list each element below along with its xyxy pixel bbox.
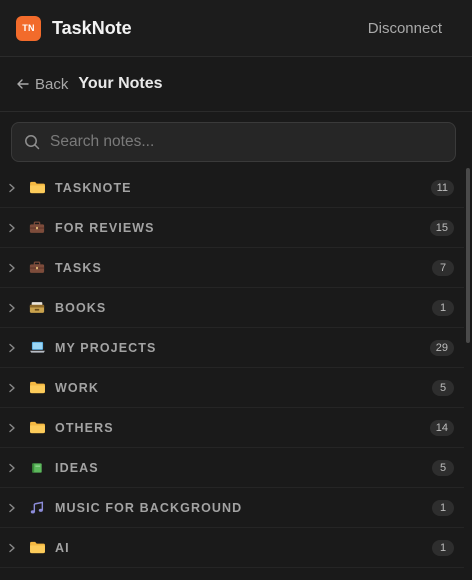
- folder-label: TASKS: [55, 260, 102, 275]
- search-input[interactable]: [50, 133, 443, 151]
- folder-icon: [28, 381, 46, 395]
- note-count-badge: 14: [429, 419, 454, 436]
- folder-row[interactable]: TASKS 7: [0, 248, 464, 288]
- scrollbar[interactable]: [466, 168, 470, 580]
- search-icon: [25, 135, 40, 150]
- back-button[interactable]: Back: [16, 76, 68, 93]
- folder-row[interactable]: OTHERS 14: [0, 408, 464, 448]
- back-label: Back: [35, 75, 69, 93]
- scrollbar-thumb[interactable]: [466, 168, 470, 343]
- brand: TN TaskNote: [16, 15, 132, 41]
- folder-label: IDEAS: [55, 460, 99, 475]
- chevron-right-icon[interactable]: [8, 423, 18, 433]
- folder-label: OTHERS: [55, 420, 114, 435]
- folder-label: BOOKS: [55, 300, 107, 315]
- arrow-left-icon: [17, 79, 29, 89]
- note-count-badge: 1: [432, 499, 454, 516]
- note-count-badge: 1: [432, 539, 454, 556]
- music-note-icon: [28, 501, 46, 515]
- folder-list: TASKNOTE 11 FOR REVIEWS 15 TASKS 7 BOOKS…: [0, 168, 464, 568]
- chevron-right-icon[interactable]: [8, 183, 18, 193]
- note-count-badge: 15: [429, 219, 454, 236]
- chevron-right-icon[interactable]: [8, 343, 18, 353]
- app-name: TaskNote: [52, 17, 132, 38]
- folder-icon: [28, 541, 46, 555]
- chevron-right-icon[interactable]: [8, 383, 18, 393]
- note-count-badge: 11: [430, 179, 454, 196]
- folder-label: MY PROJECTS: [55, 340, 157, 355]
- chevron-right-icon[interactable]: [8, 543, 18, 553]
- subheader: Back Your Notes: [0, 57, 472, 112]
- chevron-right-icon[interactable]: [8, 263, 18, 273]
- folder-label: FOR REVIEWS: [55, 220, 155, 235]
- briefcase-icon: [28, 261, 46, 275]
- folder-icon: [28, 421, 46, 435]
- chevron-right-icon[interactable]: [8, 223, 18, 233]
- card-box-icon: [28, 301, 46, 315]
- note-count-badge: 5: [432, 379, 454, 396]
- folder-row[interactable]: BOOKS 1: [0, 288, 464, 328]
- folder-row[interactable]: MY PROJECTS 29: [0, 328, 464, 368]
- chevron-right-icon[interactable]: [8, 463, 18, 473]
- folder-row[interactable]: MUSIC FOR BACKGROUND 1: [0, 488, 464, 528]
- note-count-badge: 7: [432, 259, 454, 276]
- folder-row[interactable]: IDEAS 5: [0, 448, 464, 488]
- note-count-badge: 29: [429, 339, 454, 356]
- app-window: TN TaskNote Disconnect Back Your Notes T…: [0, 0, 472, 580]
- page-title: Your Notes: [78, 75, 163, 92]
- app-header: TN TaskNote Disconnect: [0, 0, 472, 57]
- disconnect-button[interactable]: Disconnect: [368, 20, 442, 37]
- app-logo: TN: [16, 15, 41, 41]
- folder-row[interactable]: TASKNOTE 11: [0, 168, 464, 208]
- note-count-badge: 5: [432, 459, 454, 476]
- search-bar: [0, 112, 472, 168]
- chevron-right-icon[interactable]: [8, 303, 18, 313]
- folder-icon: [28, 181, 46, 195]
- folder-label: TASKNOTE: [55, 180, 132, 195]
- folder-label: MUSIC FOR BACKGROUND: [55, 500, 243, 515]
- green-book-icon: [28, 461, 46, 475]
- folder-row[interactable]: WORK 5: [0, 368, 464, 408]
- folder-row[interactable]: AI 1: [0, 528, 464, 568]
- briefcase-icon: [28, 221, 46, 235]
- folder-label: AI: [55, 540, 70, 555]
- folder-row[interactable]: FOR REVIEWS 15: [0, 208, 464, 248]
- chevron-right-icon[interactable]: [8, 503, 18, 513]
- search-box[interactable]: [11, 122, 456, 162]
- laptop-icon: [28, 341, 46, 355]
- folder-label: WORK: [55, 380, 99, 395]
- note-count-badge: 1: [432, 299, 454, 316]
